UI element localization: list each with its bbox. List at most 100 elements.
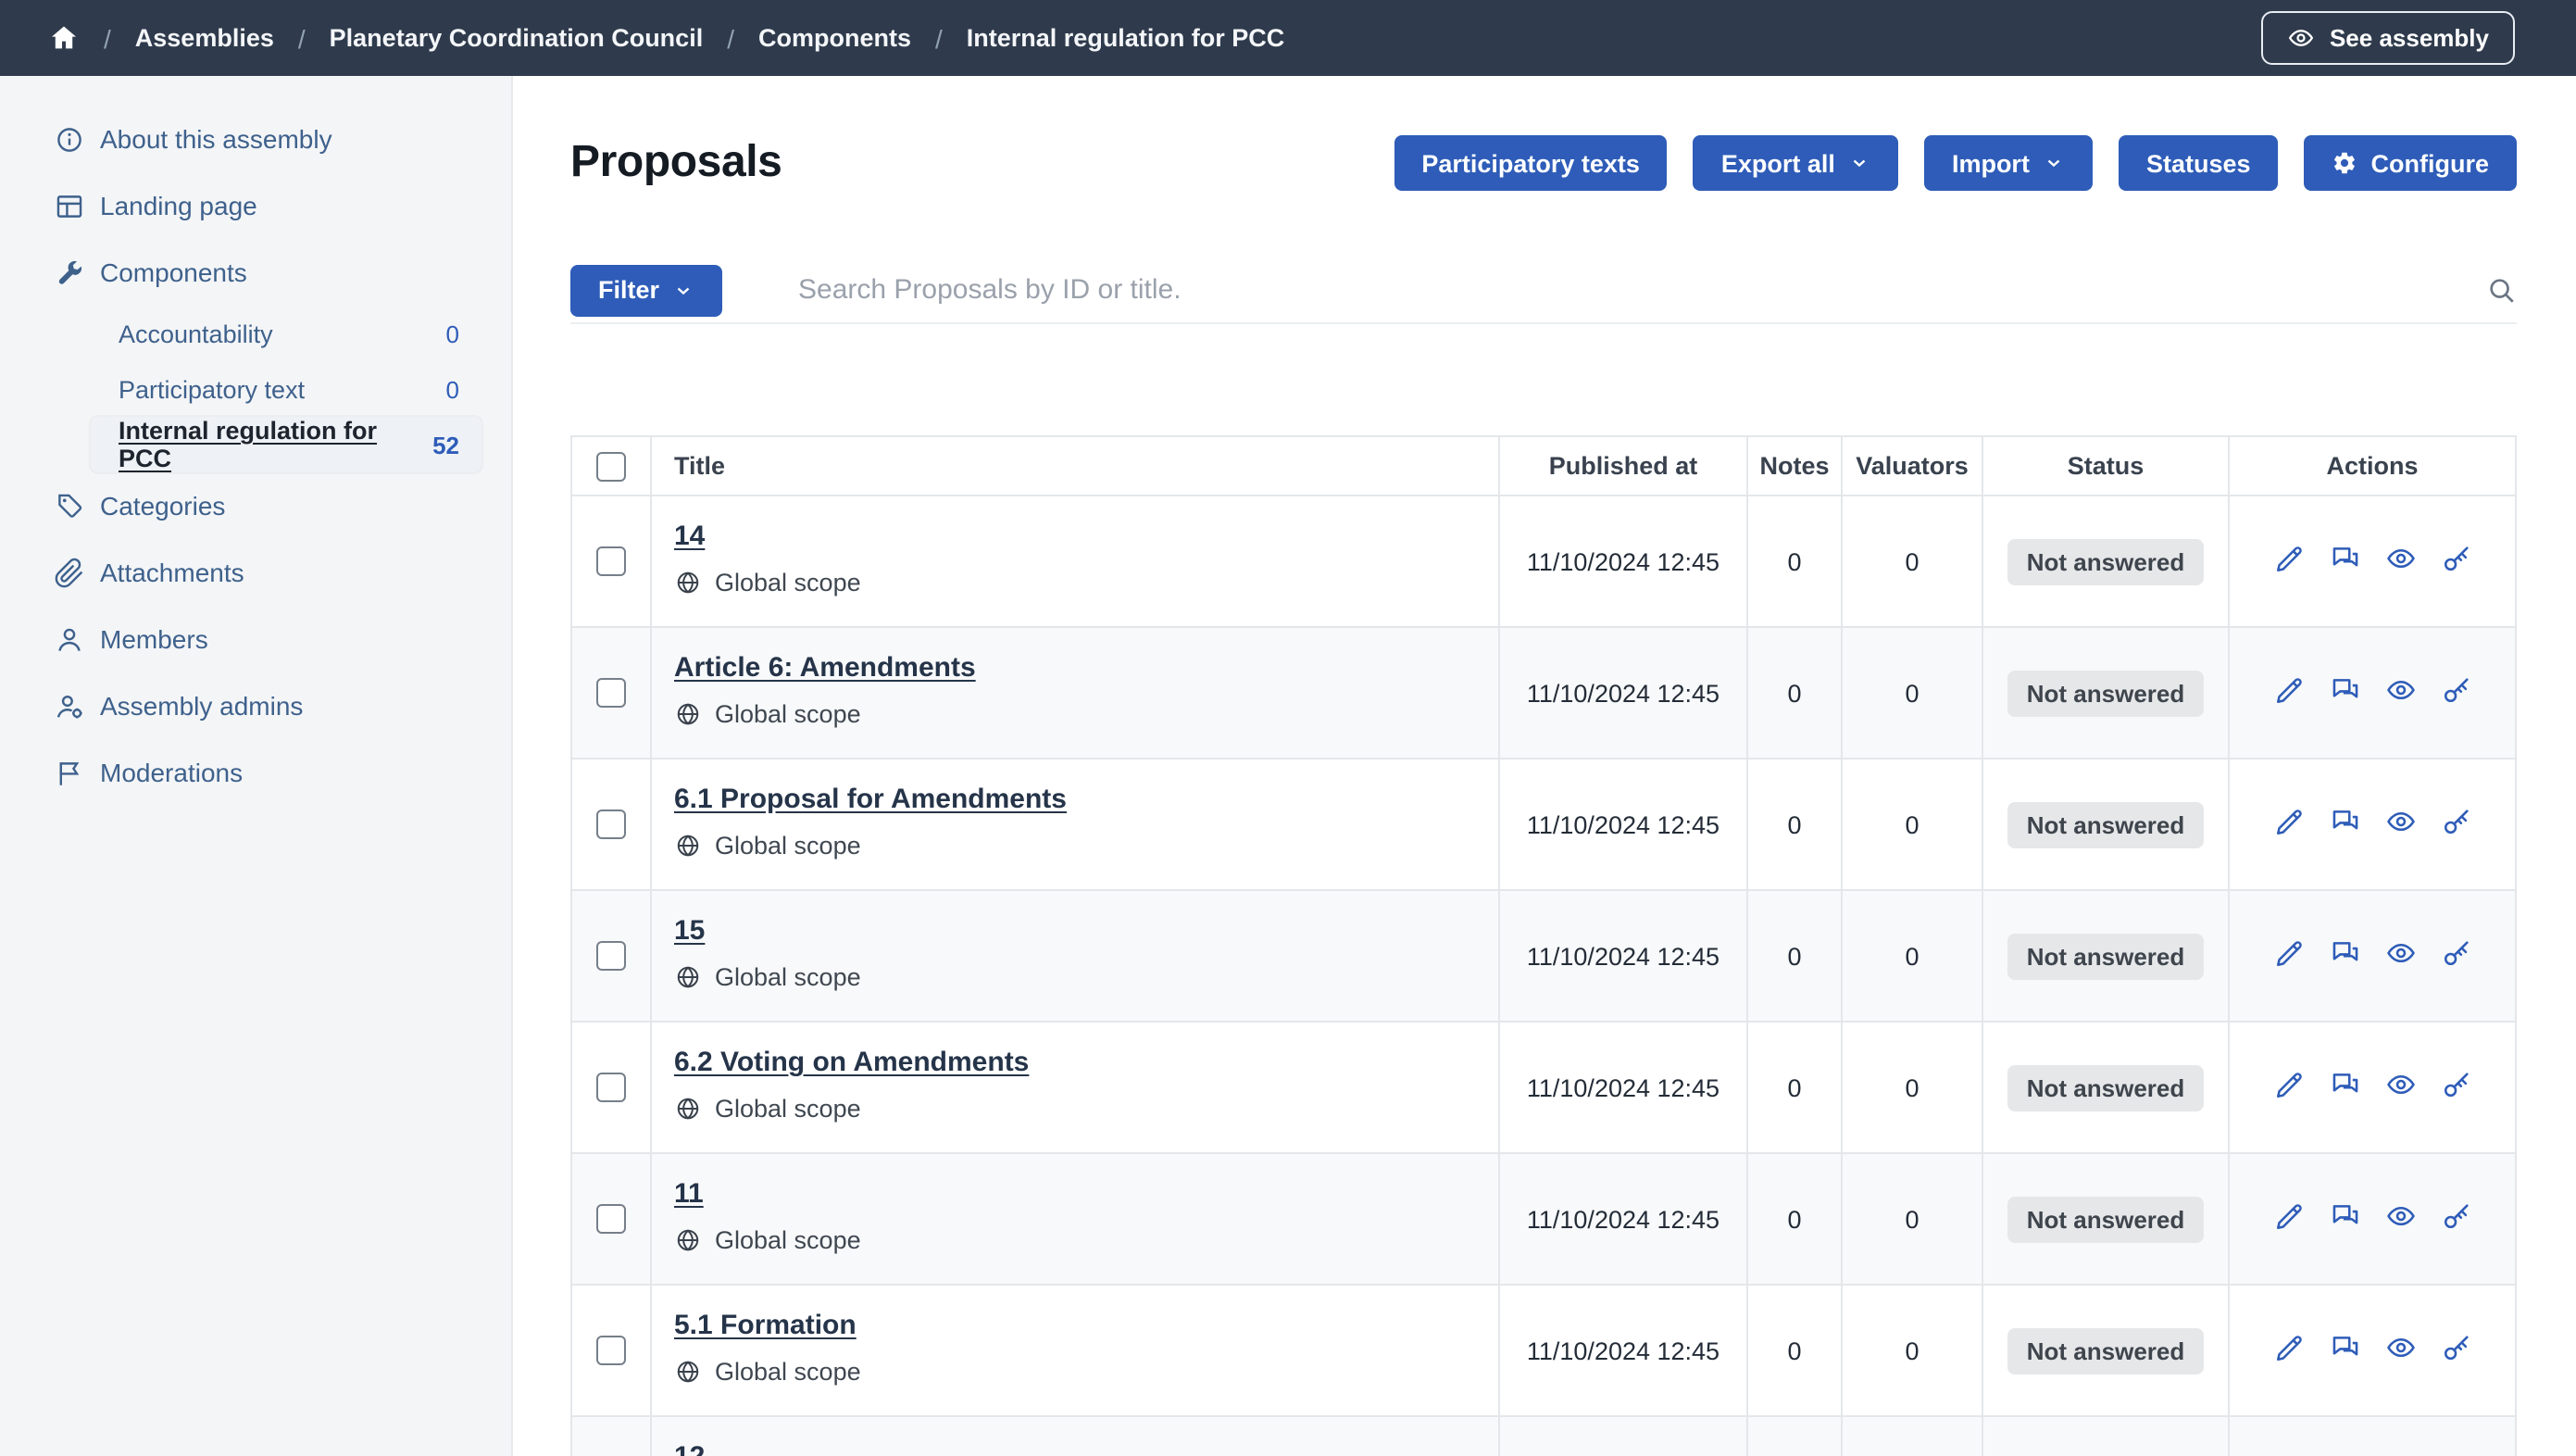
sidebar-item-moderations[interactable]: Moderations: [0, 739, 511, 806]
sidebar-item-internal-regulation[interactable]: Internal regulation for PCC 52: [91, 417, 481, 472]
row-checkbox[interactable]: [596, 678, 626, 708]
preview-proposal-button[interactable]: [2384, 1200, 2416, 1232]
configure-button[interactable]: Configure: [2305, 135, 2518, 191]
select-all-checkbox[interactable]: [596, 451, 626, 481]
search-input[interactable]: [798, 274, 2467, 306]
count-badge: 52: [432, 431, 459, 458]
proposal-scope: Global scope: [674, 832, 1480, 860]
sidebar-item-categories[interactable]: Categories: [0, 472, 511, 539]
edit-proposal-button[interactable]: [2273, 543, 2305, 574]
sidebar-item-components[interactable]: Components: [0, 239, 511, 306]
layout-icon: [54, 190, 85, 221]
preview-proposal-button[interactable]: [2384, 937, 2416, 969]
attachment-icon: [54, 557, 85, 588]
preview-proposal-button[interactable]: [2384, 674, 2416, 706]
statuses-button[interactable]: Statuses: [2119, 135, 2279, 191]
answer-proposal-button[interactable]: [2329, 806, 2360, 837]
row-checkbox[interactable]: [596, 941, 626, 971]
permissions-key-button[interactable]: [2440, 1069, 2471, 1100]
answer-proposal-button[interactable]: [2329, 1332, 2360, 1363]
key-icon: [2440, 806, 2471, 837]
edit-proposal-button[interactable]: [2273, 674, 2305, 706]
edit-proposal-button[interactable]: [2273, 937, 2305, 969]
published-at-cell: 11/10/2024 12:45: [1499, 627, 1747, 759]
preview-proposal-button[interactable]: [2384, 806, 2416, 837]
export-all-button[interactable]: Export all: [1694, 135, 1898, 191]
proposal-title-link[interactable]: 5.1 Formation: [674, 1310, 857, 1341]
proposal-title-link[interactable]: 11: [674, 1178, 704, 1210]
proposal-title-link[interactable]: 6.1 Proposal for Amendments: [674, 784, 1067, 815]
proposal-scope: Global scope: [674, 963, 1480, 991]
published-at-cell: 11/10/2024 12:45: [1499, 890, 1747, 1022]
table-row: 6.2 Voting on Amendments Global scope 11…: [571, 1022, 2516, 1153]
edit-proposal-button[interactable]: [2273, 806, 2305, 837]
chat-icon: [2329, 543, 2360, 574]
chat-icon: [2329, 937, 2360, 969]
sidebar-item-assembly-admins[interactable]: Assembly admins: [0, 672, 511, 739]
permissions-key-button[interactable]: [2440, 543, 2471, 574]
row-checkbox[interactable]: [596, 546, 626, 576]
edit-proposal-button[interactable]: [2273, 1332, 2305, 1363]
breadcrumb-components[interactable]: Components: [758, 24, 911, 52]
pencil-icon: [2273, 1069, 2305, 1100]
see-assembly-button[interactable]: See assembly: [2261, 11, 2515, 65]
topbar: / Assemblies / Planetary Coordination Co…: [0, 0, 2576, 76]
breadcrumb-assembly-name[interactable]: Planetary Coordination Council: [330, 24, 704, 52]
proposal-scope: Global scope: [674, 700, 1480, 728]
answer-proposal-button[interactable]: [2329, 1200, 2360, 1232]
sidebar-item-attachments[interactable]: Attachments: [0, 539, 511, 606]
proposal-title-link[interactable]: 15: [674, 915, 705, 947]
sidebar-item-about[interactable]: About this assembly: [0, 106, 511, 172]
answer-proposal-button[interactable]: [2329, 543, 2360, 574]
breadcrumb-separator: /: [727, 23, 734, 53]
breadcrumb-current-component[interactable]: Internal regulation for PCC: [967, 24, 1285, 52]
breadcrumb-separator: /: [104, 23, 111, 53]
globe-icon: [674, 700, 702, 728]
notes-cell: 0: [1747, 1285, 1842, 1416]
preview-proposal-button[interactable]: [2384, 543, 2416, 574]
valuators-cell: 0: [1842, 890, 1982, 1022]
answer-proposal-button[interactable]: [2329, 674, 2360, 706]
answer-proposal-button[interactable]: [2329, 937, 2360, 969]
proposal-title-link[interactable]: 14: [674, 521, 705, 552]
proposal-title-link[interactable]: 12: [674, 1441, 705, 1456]
header-title: Title: [651, 436, 1499, 496]
preview-proposal-button[interactable]: [2384, 1069, 2416, 1100]
permissions-key-button[interactable]: [2440, 806, 2471, 837]
row-checkbox[interactable]: [596, 1204, 626, 1234]
permissions-key-button[interactable]: [2440, 1332, 2471, 1363]
import-button[interactable]: Import: [1924, 135, 2093, 191]
sidebar-item-members[interactable]: Members: [0, 606, 511, 672]
chevron-down-icon: [1848, 152, 1870, 174]
globe-icon: [674, 569, 702, 596]
search-icon[interactable]: [2485, 274, 2517, 306]
permissions-key-button[interactable]: [2440, 1200, 2471, 1232]
permissions-key-button[interactable]: [2440, 674, 2471, 706]
proposals-table: Title Published at Notes Valuators Statu…: [570, 435, 2517, 1456]
filter-button[interactable]: Filter: [570, 264, 722, 316]
chat-icon: [2329, 1332, 2360, 1363]
breadcrumb-separator: /: [935, 23, 943, 53]
chevron-down-icon: [672, 279, 694, 301]
edit-proposal-button[interactable]: [2273, 1069, 2305, 1100]
row-checkbox[interactable]: [596, 810, 626, 839]
sidebar-item-participatory-text[interactable]: Participatory text 0: [91, 361, 481, 417]
permissions-key-button[interactable]: [2440, 937, 2471, 969]
row-checkbox[interactable]: [596, 1336, 626, 1365]
sidebar-item-accountability[interactable]: Accountability 0: [91, 306, 481, 361]
participatory-texts-button[interactable]: Participatory texts: [1394, 135, 1668, 191]
chat-icon: [2329, 674, 2360, 706]
proposal-title-link[interactable]: 6.2 Voting on Amendments: [674, 1047, 1029, 1078]
home-icon[interactable]: [48, 22, 80, 54]
breadcrumb-assemblies[interactable]: Assemblies: [135, 24, 274, 52]
edit-proposal-button[interactable]: [2273, 1200, 2305, 1232]
pencil-icon: [2273, 937, 2305, 969]
globe-icon: [674, 963, 702, 991]
preview-proposal-button[interactable]: [2384, 1332, 2416, 1363]
toolbar: Participatory texts Export all Import St…: [1394, 135, 2517, 191]
row-checkbox[interactable]: [596, 1073, 626, 1102]
answer-proposal-button[interactable]: [2329, 1069, 2360, 1100]
published-at-cell: 11/10/2024 12:45: [1499, 496, 1747, 627]
sidebar-item-landing-page[interactable]: Landing page: [0, 172, 511, 239]
proposal-title-link[interactable]: Article 6: Amendments: [674, 652, 976, 684]
